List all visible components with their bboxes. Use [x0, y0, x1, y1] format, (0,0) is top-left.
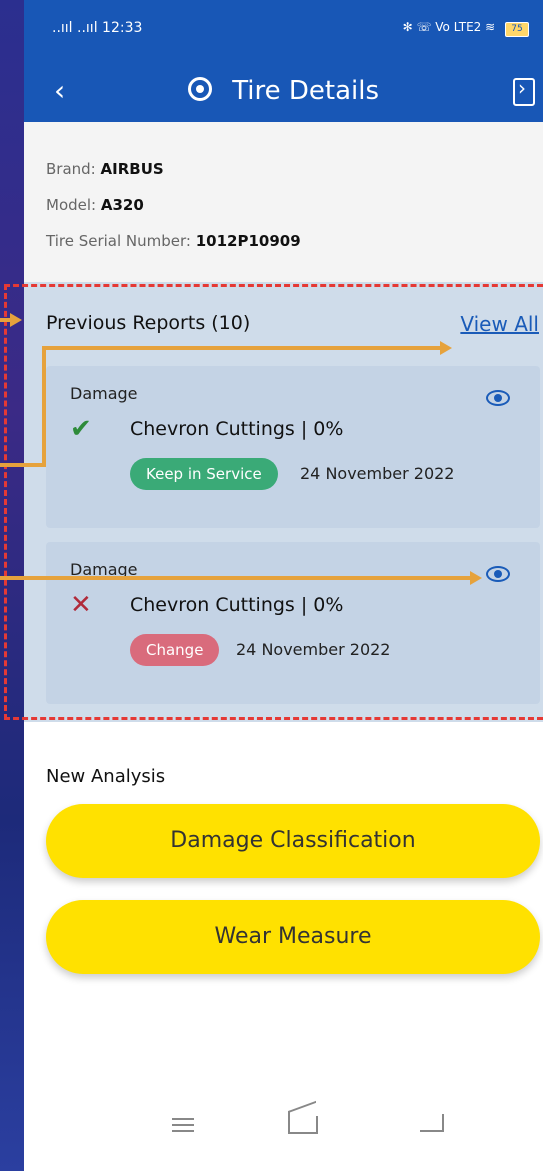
- status-time: ..ııl ..ııl 12:33: [52, 20, 143, 36]
- arrow-head-icon: [10, 313, 22, 327]
- annotation-arrow: [42, 346, 46, 467]
- status-icons: ✻ ☏ Vo LTE2 ≋ 75: [403, 20, 529, 37]
- battery-icon: 75: [505, 22, 529, 37]
- app-header: ‹ Tire Details: [24, 60, 543, 122]
- damage-classification-button[interactable]: Damage Classification: [46, 804, 540, 878]
- serial-value: 1012P10909: [195, 232, 301, 250]
- menu-icon[interactable]: [172, 1118, 194, 1120]
- status-icons-text: ✻ ☏ Vo LTE2 ≋: [402, 20, 496, 34]
- tire-icon: [187, 77, 212, 101]
- annotation-arrow: [42, 346, 442, 350]
- page-title-text: Tire Details: [232, 76, 380, 106]
- serial-row: Tire Serial Number: 1012P10909: [46, 232, 301, 250]
- new-analysis-title: New Analysis: [46, 766, 166, 787]
- status-bar: ..ııl ..ııl 12:33 ✻ ☏ Vo LTE2 ≋ 75: [24, 0, 543, 60]
- tire-info: Brand: AIRBUS Model: A320 Tire Serial Nu…: [24, 122, 543, 282]
- bottom-navigation: [24, 1110, 543, 1150]
- annotation-arrow: [0, 318, 10, 322]
- brand-value: AIRBUS: [100, 160, 164, 178]
- model-value: A320: [100, 196, 144, 214]
- page-title: Tire Details: [24, 76, 543, 106]
- brand-label: Brand:: [46, 160, 96, 178]
- model-row: Model: A320: [46, 196, 144, 214]
- model-label: Model:: [46, 196, 97, 214]
- logout-icon[interactable]: [513, 76, 535, 106]
- wear-measure-button[interactable]: Wear Measure: [46, 900, 540, 974]
- brand-row: Brand: AIRBUS: [46, 160, 164, 178]
- annotation-arrow: [0, 463, 44, 467]
- arrow-head-icon: [440, 341, 452, 355]
- arrow-head-icon: [470, 571, 482, 585]
- annotation-arrow: [0, 576, 472, 580]
- back-nav-icon[interactable]: [420, 1114, 444, 1132]
- home-icon[interactable]: [288, 1116, 318, 1134]
- serial-label: Tire Serial Number:: [46, 232, 191, 250]
